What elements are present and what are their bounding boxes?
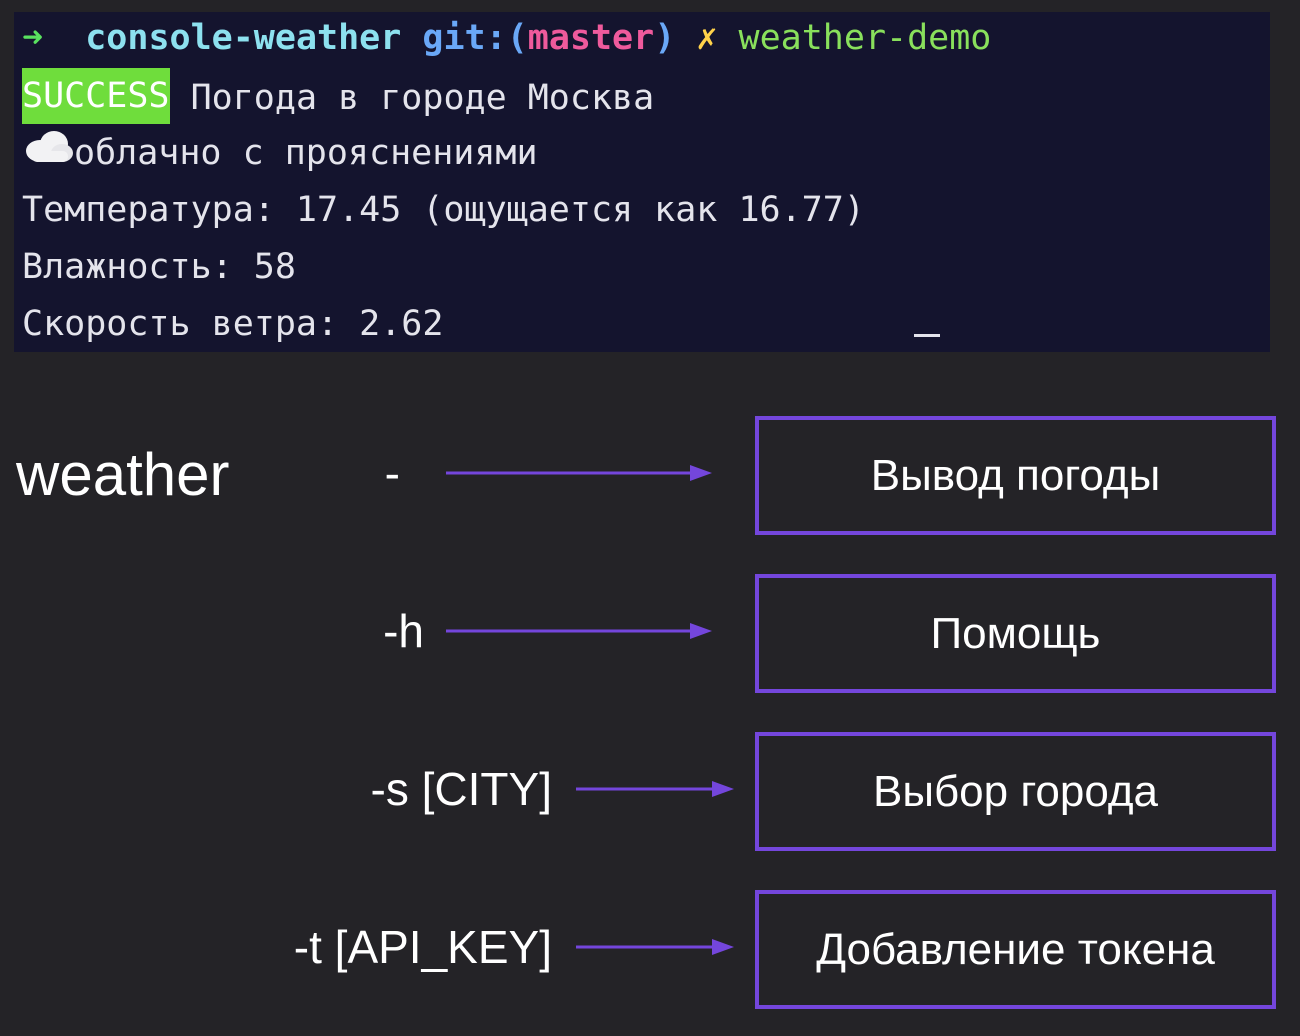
flag-token: -t [API_KEY] — [293, 921, 552, 973]
arrow-right-icon — [576, 939, 734, 955]
branch-name: master — [527, 18, 655, 58]
cloud-icon — [22, 129, 74, 174]
condition-line: облачно с прояснениями — [22, 129, 538, 175]
prompt-line: ➜ console-weather git:(master) ✗ weather… — [22, 16, 991, 60]
flag-city: -s [CITY] — [370, 763, 552, 815]
wind-line: Скорость ветра: 2.62 — [22, 304, 444, 344]
paren-open: ( — [506, 18, 528, 58]
dirty-mark: ✗ — [696, 18, 718, 58]
temperature-line: Температура: 17.45 (ощущается как 16.77) — [22, 190, 865, 230]
city-line: Погода в городе Москва — [169, 78, 655, 118]
action-box-show-weather: Вывод погоды — [755, 416, 1276, 535]
cli-name: weather — [16, 441, 230, 508]
arrow-right-icon — [446, 465, 712, 481]
success-badge: SUCCESS — [22, 68, 170, 124]
action-box-help: Помощь — [755, 574, 1276, 693]
flag-default: - — [384, 447, 400, 499]
arrow-right-icon — [576, 781, 734, 797]
action-box-add-token: Добавление токена — [755, 890, 1276, 1009]
git-label: git: — [422, 18, 507, 58]
action-box-select-city: Выбор города — [755, 732, 1276, 851]
terminal-cursor — [914, 334, 940, 337]
repo-name: console-weather — [85, 18, 402, 58]
flag-help: -h — [383, 605, 424, 657]
terminal-window: ➜ console-weather git:(master) ✗ weather… — [14, 12, 1270, 352]
arrow-right-icon — [446, 623, 712, 639]
condition-text: облачно с прояснениями — [74, 133, 538, 173]
result-line: SUCCESS Погода в городе Москва — [22, 68, 655, 124]
command-text: weather-demo — [738, 18, 992, 58]
paren-close: ) — [654, 18, 676, 58]
prompt-arrow: ➜ — [22, 18, 44, 58]
humidity-line: Влажность: 58 — [22, 247, 296, 287]
